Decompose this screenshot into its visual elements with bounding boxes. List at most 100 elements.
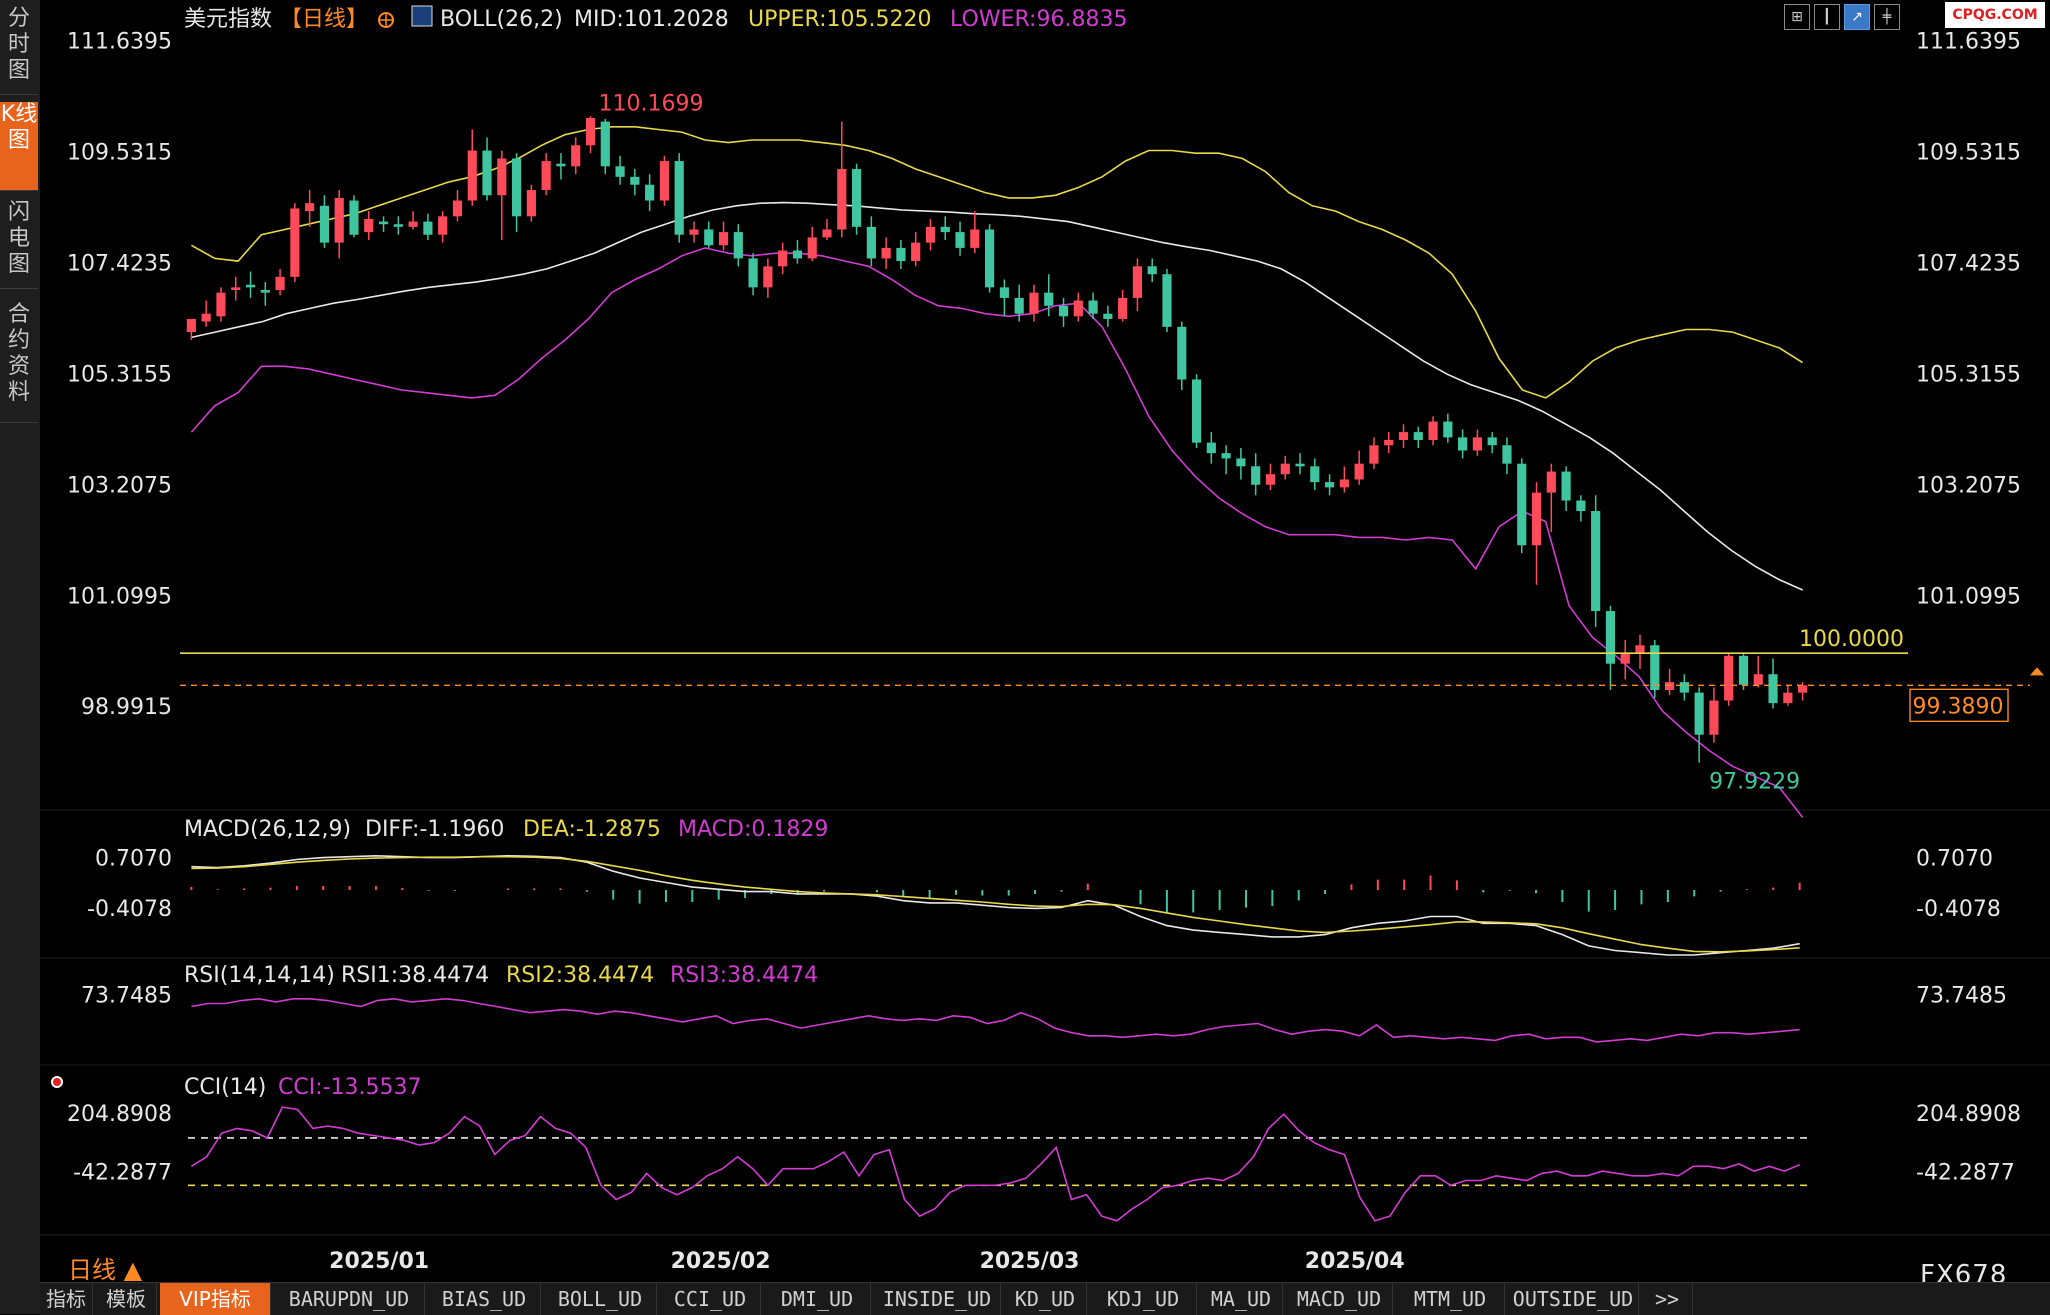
candle-body	[1650, 645, 1660, 690]
candle-body	[999, 287, 1009, 298]
candle-body	[940, 226, 950, 233]
cci-ytick-right: -42.2877	[1916, 1161, 2015, 1186]
candle-body	[1206, 442, 1216, 454]
candle-body	[1398, 432, 1409, 440]
candle-body	[1635, 645, 1645, 654]
candle-body	[881, 247, 891, 259]
indicator-tab-kd-ud[interactable]: KD_UD	[1004, 1283, 1087, 1315]
boll-lower-value: LOWER:96.8835	[950, 7, 1127, 32]
candle-body	[630, 176, 640, 185]
indicator-tab-boll-ud[interactable]: BOLL_UD	[544, 1283, 657, 1315]
indicator-tab-ma-ud[interactable]: MA_UD	[1200, 1283, 1283, 1315]
candle-body	[1044, 292, 1054, 306]
tab-timeshare[interactable]: 分时图	[0, 6, 38, 95]
x-axis-date-label: 2025/03	[980, 1249, 1080, 1274]
indicator-tab-outside-ud[interactable]: OUTSIDE_UD	[1508, 1283, 1639, 1315]
candle-body	[866, 226, 876, 259]
level-label: 100.0000	[1799, 627, 1904, 652]
brand-logo: CPQG.COM	[1945, 2, 2045, 28]
candle-body	[585, 117, 596, 146]
cci-ytick-right: 204.8908	[1916, 1102, 2021, 1127]
indicator-tab-bias-ud[interactable]: BIAS_UD	[428, 1283, 541, 1315]
cci-title: CCI(14)	[184, 1075, 266, 1100]
candle-body	[985, 229, 995, 288]
candle-body	[438, 216, 448, 235]
candle-body	[1487, 437, 1497, 446]
candle-body	[1339, 479, 1349, 488]
indicator-tab-vip[interactable]: VIP指标	[160, 1283, 271, 1315]
candle-body	[1576, 500, 1586, 512]
bar-icon[interactable]: ╪	[1874, 4, 1900, 30]
candle-body	[571, 145, 581, 167]
indicator-tab-barupdn-ud[interactable]: BARUPDN_UD	[274, 1283, 425, 1315]
indicator-tab-[interactable]: >>	[1642, 1283, 1693, 1315]
candle-body	[1058, 305, 1069, 317]
indicator-tab-dmi-ud[interactable]: DMI_UD	[764, 1283, 871, 1315]
candle-body	[1354, 463, 1364, 480]
price-ytick-left: 109.5315	[67, 141, 172, 166]
candle-body	[925, 226, 936, 243]
price-ytick-right: 107.4235	[1916, 251, 2021, 276]
candle-body	[851, 168, 862, 227]
candle-body	[837, 168, 847, 230]
indicator-tab-[interactable]: 模板	[96, 1283, 157, 1315]
x-axis-date-label: 2025/01	[329, 1249, 429, 1274]
macd-ytick-right: -0.4078	[1916, 897, 2001, 922]
candle-body	[1709, 700, 1719, 735]
candle-icon[interactable]: ┃	[1814, 4, 1840, 30]
candle-body	[1014, 297, 1024, 314]
candle-body	[1458, 437, 1468, 451]
candle-body	[1177, 326, 1187, 380]
indicator-tab-mtm-ud[interactable]: MTM_UD	[1396, 1283, 1505, 1315]
candle-body	[305, 203, 315, 212]
candle-body	[1251, 466, 1261, 485]
x-axis-date-label: 2025/04	[1305, 1249, 1405, 1274]
tab-contract-info[interactable]: 合约资料	[0, 302, 38, 423]
candle-body	[1162, 274, 1172, 327]
tab-lightning[interactable]: 闪电图	[0, 200, 38, 289]
candle-body	[615, 166, 625, 177]
candle-body	[1783, 692, 1793, 704]
candle-body	[452, 200, 463, 217]
candle-body	[1325, 482, 1335, 488]
period-selector[interactable]: 日线 ▲	[68, 1250, 142, 1285]
high-marker-label: 110.1699	[599, 91, 704, 116]
cci-ytick-left: 204.8908	[67, 1102, 172, 1127]
candle-body	[1132, 266, 1143, 298]
candle-body	[1443, 421, 1453, 438]
candle-body	[334, 197, 344, 243]
macd-diff-legend: DIFF:-1.1960	[365, 817, 504, 842]
tab-kline[interactable]: K线图	[0, 102, 38, 191]
candle-body	[482, 150, 492, 196]
rsi2-legend: RSI2:38.4474	[506, 963, 654, 988]
indicator-tab-[interactable]: 指标	[40, 1283, 93, 1315]
candle-body	[704, 229, 714, 246]
indicator-tab-macd-ud[interactable]: MACD_UD	[1286, 1283, 1393, 1315]
price-ytick-left: 105.3155	[67, 362, 172, 387]
rsi-title: RSI(14,14,14)	[184, 963, 335, 988]
rsi3-legend: RSI3:38.4474	[670, 963, 818, 988]
candle-body	[1413, 432, 1423, 440]
indicator-tab-inside-ud[interactable]: INSIDE_UD	[874, 1283, 1001, 1315]
price-ytick-right: 111.6395	[1916, 30, 2021, 55]
line-icon[interactable]: ↗	[1844, 4, 1870, 30]
macd-title: MACD(26,12,9)	[184, 817, 351, 842]
candle-body	[1191, 379, 1202, 443]
candle-body	[556, 163, 566, 167]
candle-body	[541, 161, 551, 190]
candle-body	[1591, 511, 1601, 612]
macd-diff-line	[191, 854, 1800, 956]
indicator-tab-cci-ud[interactable]: CCI_UD	[660, 1283, 761, 1315]
candle-body	[748, 258, 758, 288]
candle-body	[364, 218, 374, 233]
candle-body	[1724, 655, 1734, 701]
candle-body	[1029, 292, 1039, 314]
candle-body	[970, 229, 980, 248]
chart-title: 美元指数	[184, 7, 272, 32]
crosshair-icon[interactable]: ⊞	[1784, 4, 1810, 30]
candle-body	[1221, 453, 1231, 459]
low-marker-label: 97.9229	[1709, 770, 1800, 795]
rsi-ytick-left: 73.7485	[81, 984, 172, 1009]
indicator-tab-kdj-ud[interactable]: KDJ_UD	[1090, 1283, 1197, 1315]
candle-body	[792, 250, 803, 259]
